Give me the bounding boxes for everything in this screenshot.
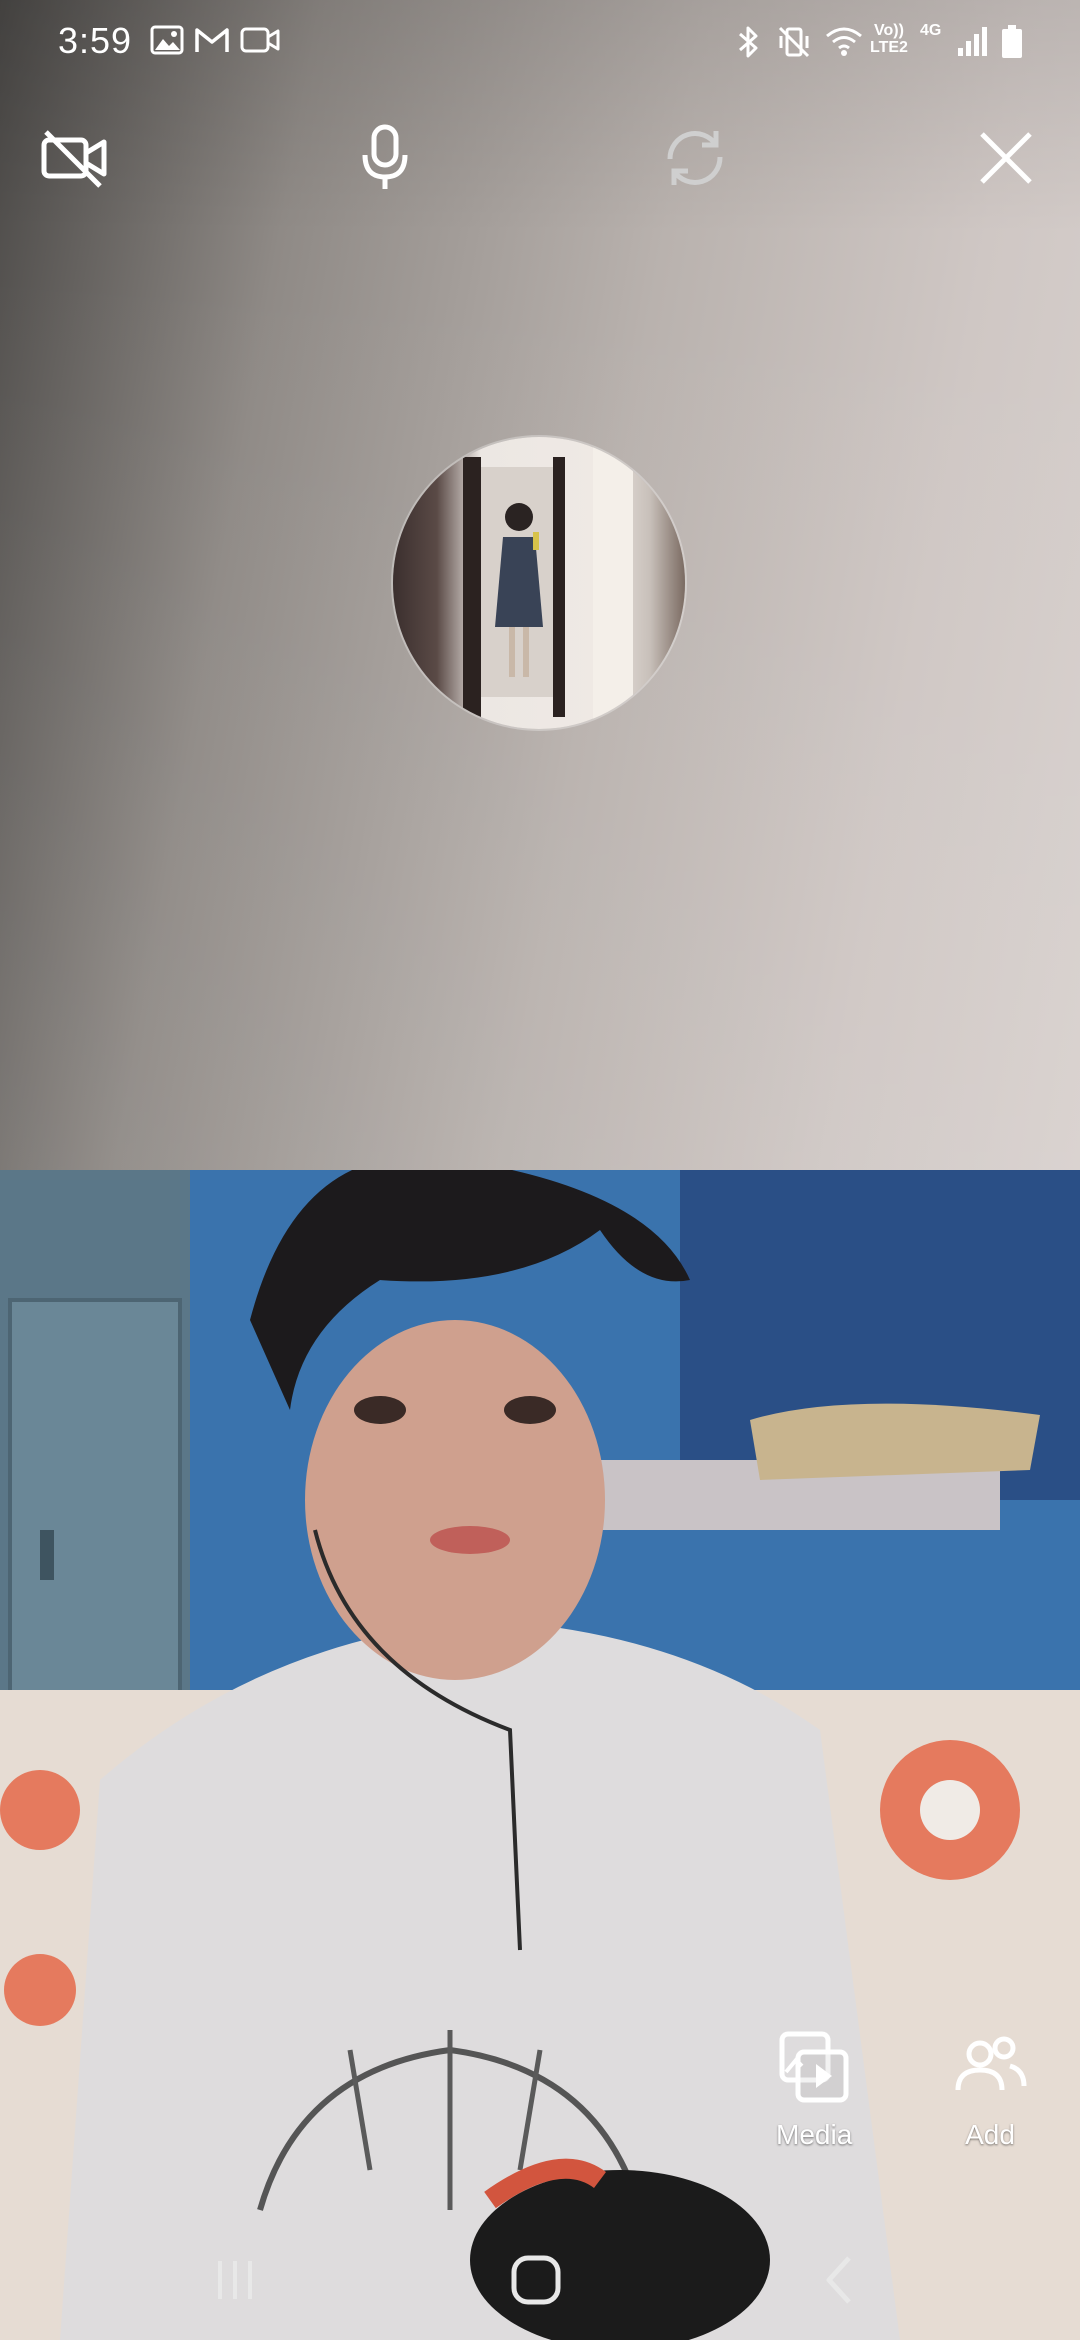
status-time: 3:59 (58, 20, 133, 61)
network-label-bottom: LTE2 (870, 39, 908, 56)
wifi-icon (824, 24, 864, 65)
network-label-top: Vo)) (874, 22, 904, 39)
vibrate-icon (776, 24, 812, 65)
contact-avatar (393, 437, 685, 729)
close-icon (976, 128, 1036, 193)
self-camera-preview (0, 1170, 1080, 2340)
media-button[interactable]: Media (776, 2030, 852, 2151)
recent-apps-icon (210, 2255, 260, 2310)
battery-icon (1000, 24, 1024, 65)
camera-toggle-button[interactable] (34, 120, 114, 200)
media-label: Media (776, 2119, 853, 2150)
close-call-button[interactable] (966, 120, 1046, 200)
status-bar: 3:59 Vo)) LTE2 4G (0, 0, 1080, 86)
camera-flip-icon (660, 123, 730, 198)
home-button[interactable] (496, 2242, 576, 2322)
recent-apps-button[interactable] (195, 2242, 275, 2322)
flip-camera-button[interactable] (655, 120, 735, 200)
signal-icon (956, 24, 990, 65)
gallery-icon (150, 24, 184, 61)
home-icon (508, 2252, 564, 2313)
network-label: Vo)) LTE2 (870, 22, 908, 56)
add-people-button[interactable]: Add (952, 2030, 1028, 2151)
gmail-icon (194, 24, 230, 61)
mic-button[interactable] (345, 120, 425, 200)
video-icon (240, 24, 280, 61)
back-button[interactable] (800, 2242, 880, 2322)
add-people-icon (952, 2030, 1028, 2111)
add-label: Add (965, 2119, 1015, 2150)
navigation-bar (0, 2220, 1080, 2340)
microphone-icon (357, 123, 413, 198)
media-icon (776, 2030, 852, 2111)
network-type: 4G (920, 22, 942, 39)
back-icon (815, 2252, 865, 2313)
video-off-icon (38, 126, 110, 195)
bluetooth-icon (734, 24, 764, 65)
